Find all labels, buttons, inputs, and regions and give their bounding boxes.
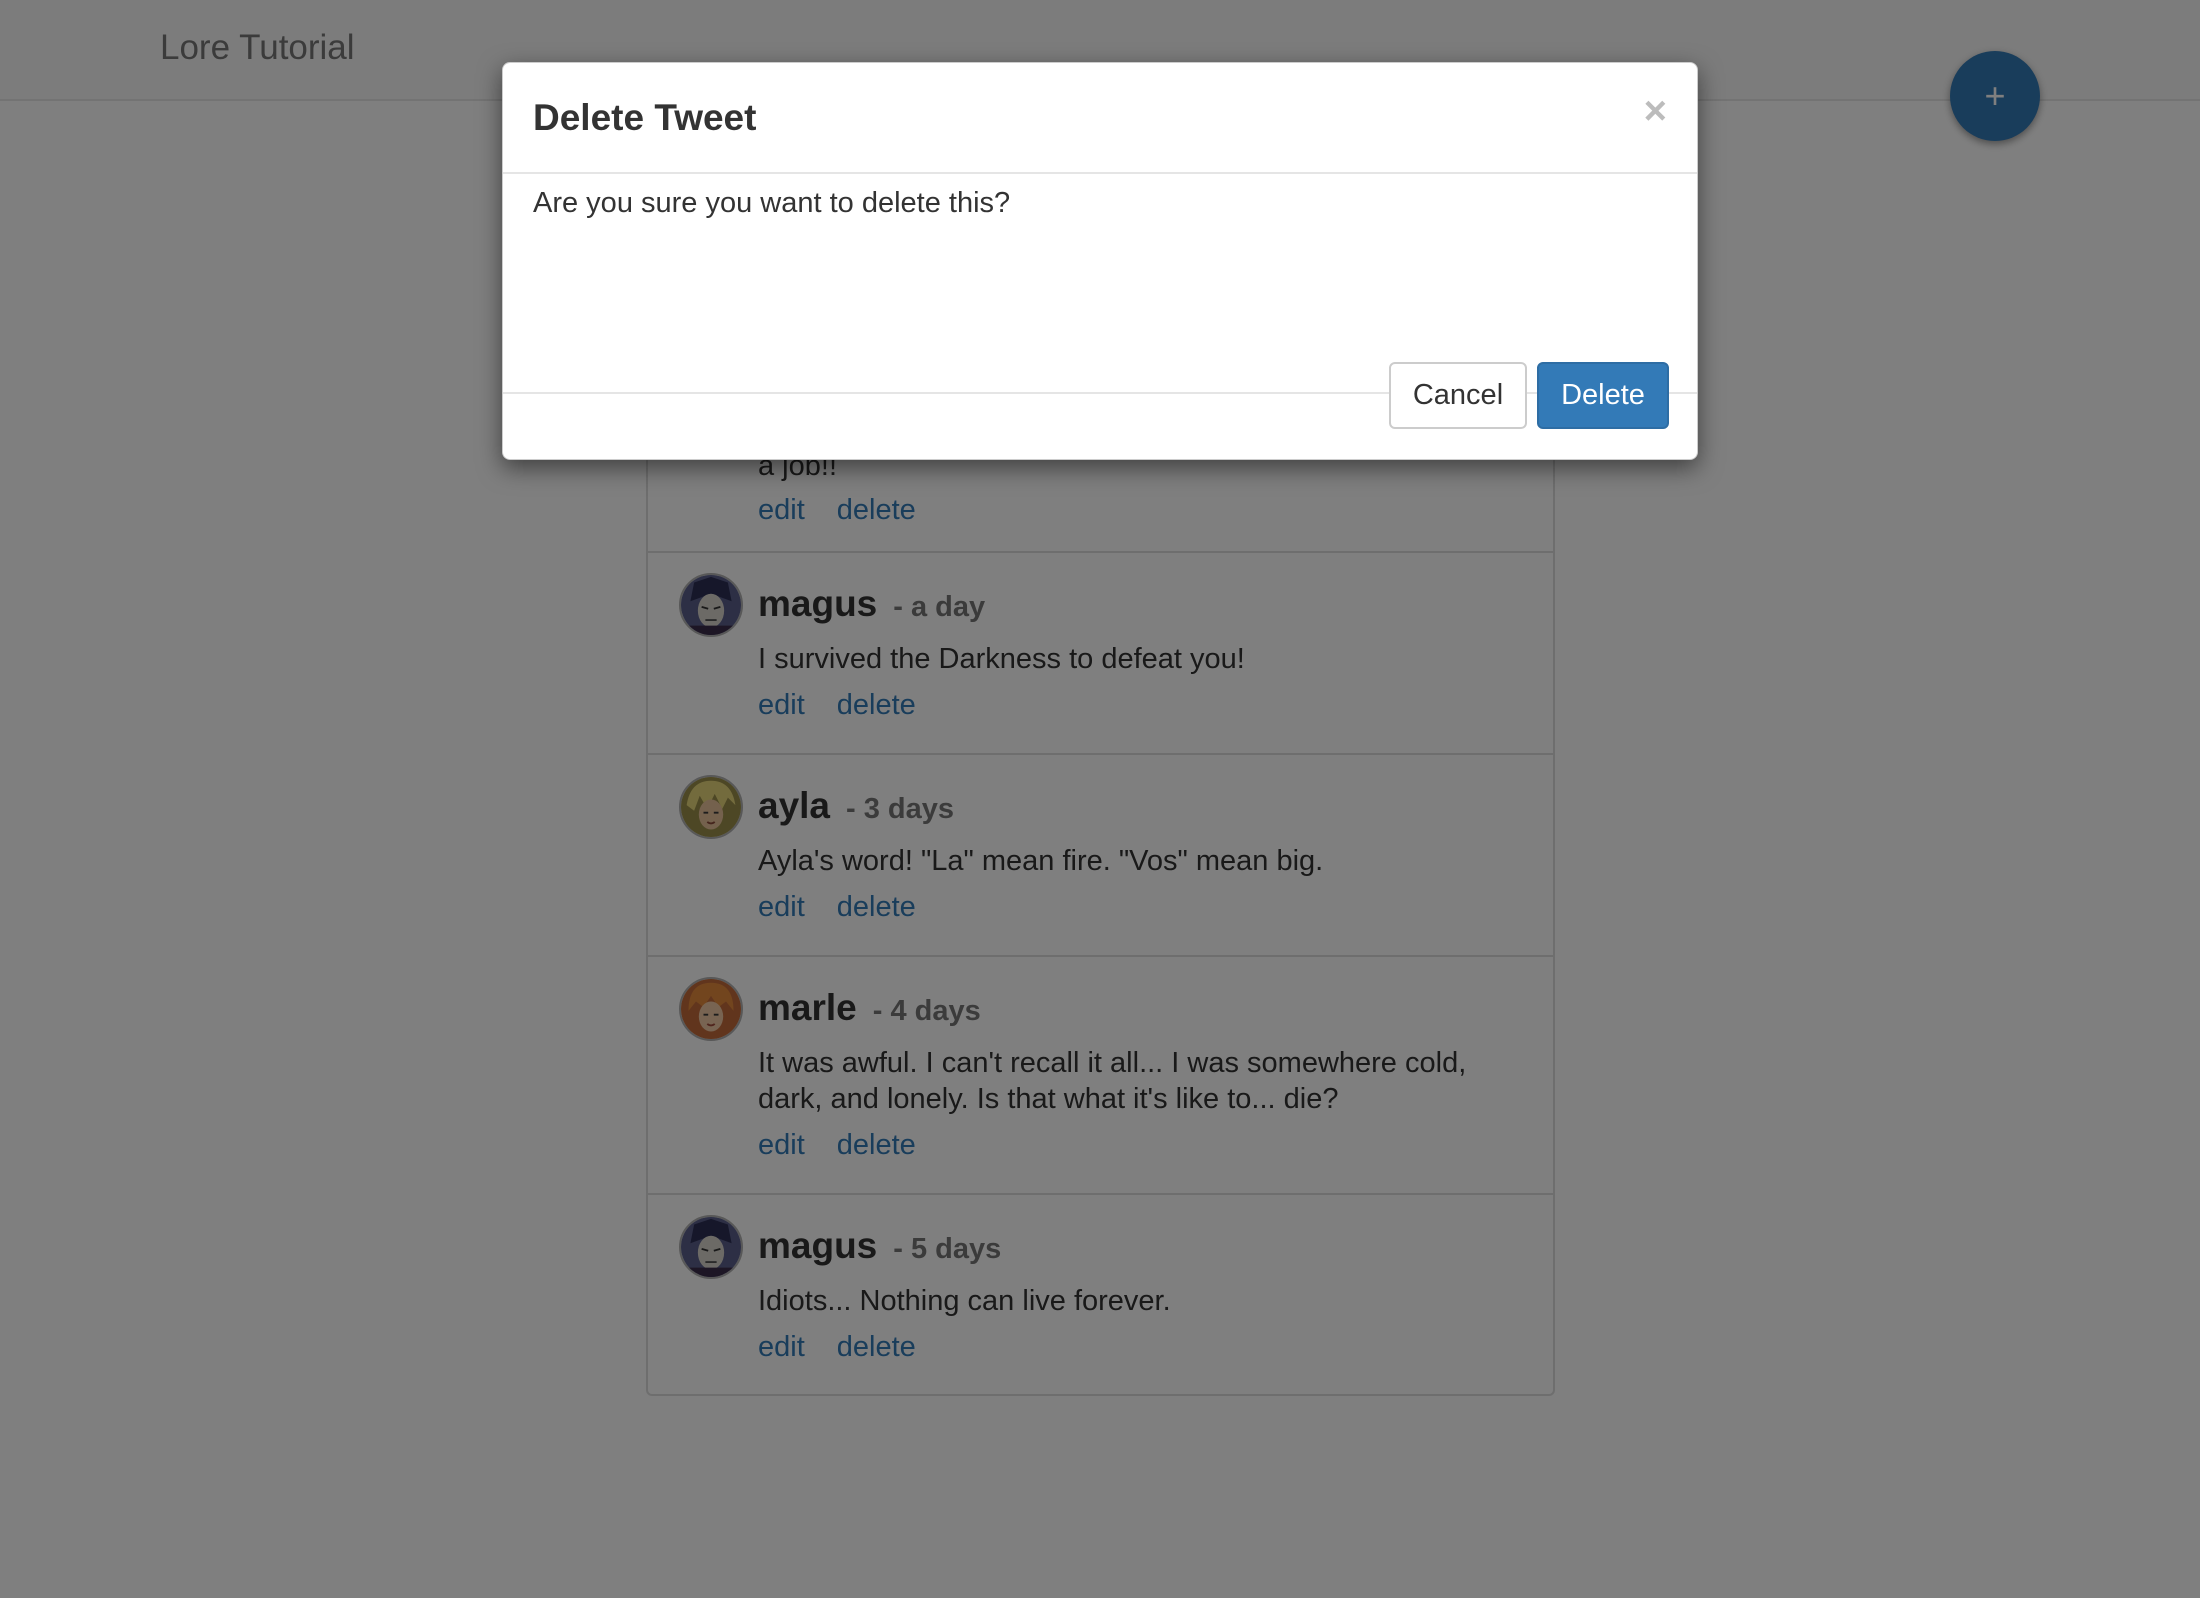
cancel-button[interactable]: Cancel [1389,362,1527,429]
modal-header: Delete Tweet × [503,63,1697,174]
modal-message: Are you sure you want to delete this? [533,187,1011,219]
delete-button[interactable]: Delete [1537,362,1669,429]
delete-tweet-dialog: Delete Tweet × Are you sure you want to … [502,62,1698,460]
modal-title: Delete Tweet [533,97,757,138]
close-icon[interactable]: × [1644,91,1667,131]
